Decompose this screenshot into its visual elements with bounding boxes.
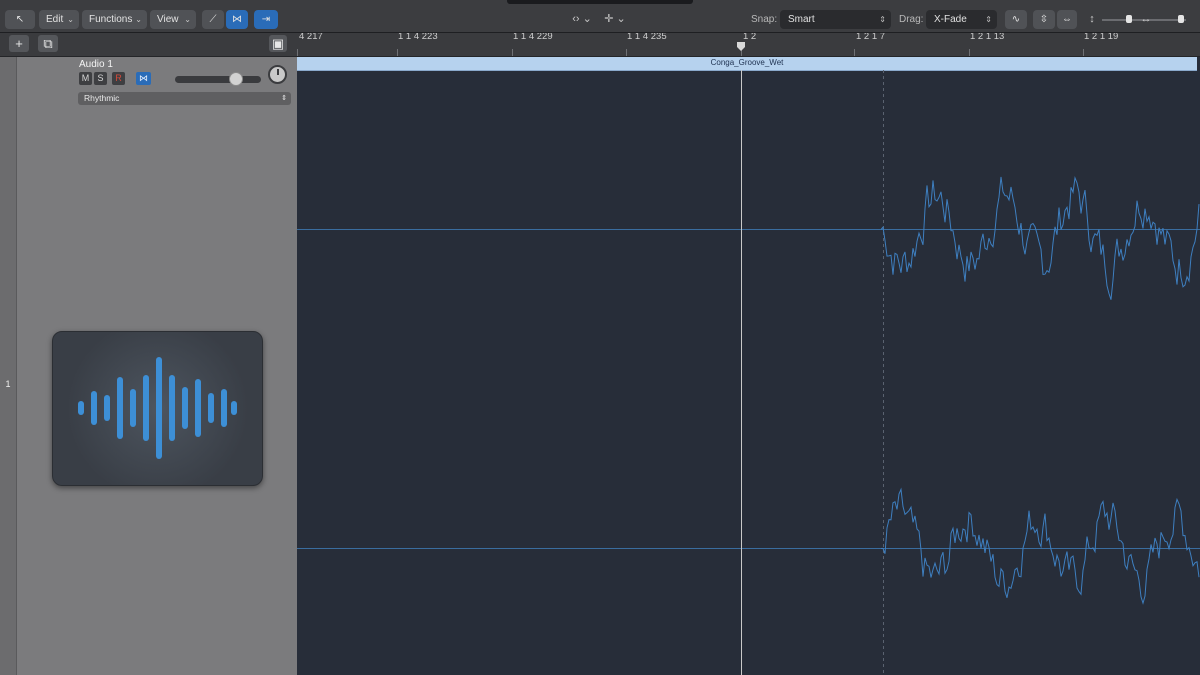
drag-label: Drag: (899, 14, 924, 25)
ruler-tick-label: 1 2 1 13 (970, 33, 1005, 42)
timeline-ruler[interactable]: 4 217 1 1 4 223 1 1 4 229 1 1 4 235 1 2 … (297, 33, 1200, 57)
chevron-down-icon: ⌄ (135, 15, 142, 24)
ruler-tick-label: 4 217 (299, 33, 323, 42)
flex-mode-select[interactable]: Rhythmic ⇕ (78, 92, 291, 105)
ruler-tick-label: 1 2 1 7 (856, 33, 886, 42)
catch-playhead-button[interactable]: ⇥ (254, 10, 278, 29)
track-header[interactable]: 1 Audio 1 M S R ⋈ Rhythmic ⇕ (0, 57, 297, 675)
channel-2-waveform (880, 487, 1200, 605)
snap-label: Snap: (751, 14, 778, 25)
ruler-tick-label: 1 1 4 235 (627, 33, 667, 42)
track-list-header: + ⧉ ▣ (0, 33, 297, 57)
global-tracks-button[interactable]: ▣ (269, 35, 287, 52)
edit-menu-label: Edit (46, 14, 64, 25)
drag-select[interactable]: X-Fade ⇕ (926, 10, 997, 29)
plus-icon: + (15, 36, 23, 51)
chevron-down-icon: ⌄ (184, 15, 191, 24)
add-track-button[interactable]: + (9, 35, 29, 52)
flex-icon: ⋈ (232, 14, 242, 25)
vertical-zoom-knob[interactable] (1126, 15, 1132, 23)
ruler-tick-label: 1 2 1 19 (1084, 33, 1119, 42)
track-number: 1 (5, 379, 11, 389)
track-flex-button[interactable]: ⋈ (136, 72, 151, 85)
functions-menu[interactable]: Functions ⌄ (82, 10, 147, 29)
horizontal-arrows-icon: ‹› ⌄ (572, 13, 592, 25)
updown-chevron-icon: ⇕ (879, 15, 886, 24)
solo-button[interactable]: S (94, 72, 107, 85)
flex-mode-value: Rhythmic (84, 93, 120, 103)
flex-icon: ⋈ (139, 73, 148, 83)
channel-1-waveform (880, 175, 1200, 300)
view-menu[interactable]: View ⌄ (150, 10, 196, 29)
catch-playhead-icon: ⇥ (261, 14, 271, 25)
track-name[interactable]: Audio 1 (79, 59, 113, 70)
track-icon[interactable] (52, 331, 263, 486)
automation-curve-icon: ⟋ (209, 14, 217, 25)
pan-knob[interactable] (268, 65, 287, 84)
record-enable-button[interactable]: R (112, 72, 125, 85)
horizontal-zoom-icon: ↔ (1140, 13, 1152, 25)
horizontal-fit-button[interactable]: ⇔ (1057, 10, 1077, 29)
edit-menu[interactable]: Edit ⌄ (39, 10, 79, 29)
pointer-tool-icon: ↖ (15, 14, 25, 25)
arrange-area[interactable]: Conga_Groove_Wet (297, 57, 1200, 675)
playhead-handle[interactable] (737, 42, 745, 51)
waveform-icon: ∿ (1011, 14, 1021, 25)
snap-value: Smart (788, 14, 815, 25)
volume-fader[interactable] (175, 76, 261, 83)
vertical-fit-button[interactable]: ⇳ (1033, 10, 1055, 29)
drag-value: X-Fade (934, 14, 967, 25)
vertical-fit-icon: ⇳ (1039, 14, 1049, 25)
chevron-down-icon: ⌄ (67, 15, 74, 24)
region-name: Conga_Groove_Wet (710, 58, 784, 67)
duplicate-track-button[interactable]: ⧉ (38, 35, 58, 52)
crosshair-icon: ✛ ⌄ (604, 13, 626, 25)
horizontal-fit-icon: ⇔ (1062, 14, 1072, 25)
flex-button[interactable]: ⋈ (226, 10, 248, 29)
track-number-column: 1 (0, 57, 17, 675)
window-title-notch (507, 0, 693, 4)
crosshair-tool-button[interactable]: ✛ ⌄ (600, 10, 630, 29)
view-menu-label: View (157, 14, 179, 25)
global-tracks-icon: ▣ (271, 36, 285, 51)
volume-fader-knob[interactable] (229, 72, 243, 86)
pointer-tool-button[interactable]: ↖ (5, 10, 35, 29)
updown-chevron-icon: ⇕ (281, 95, 287, 102)
ruler-tick-label: 1 1 4 229 (513, 33, 553, 42)
audio-region-waveform[interactable] (297, 70, 1200, 675)
ruler-tick-label: 1 1 4 223 (398, 33, 438, 42)
audio-waveform-icon (78, 357, 237, 459)
toolbar: ↖ Edit ⌄ Functions ⌄ View ⌄ ⟋ ⋈ ⇥ ‹› ⌄ ✛… (0, 0, 1200, 33)
waveform-zoom-button[interactable]: ∿ (1005, 10, 1027, 29)
duplicate-track-icon: ⧉ (43, 36, 53, 51)
mute-button[interactable]: M (79, 72, 92, 85)
snap-select[interactable]: Smart ⇕ (780, 10, 891, 29)
ruler-tick-label: 1 2 (743, 33, 757, 42)
horizontal-zoom-button[interactable]: ‹› ⌄ (568, 10, 596, 29)
vertical-zoom-icon: ↕ (1089, 13, 1095, 25)
horizontal-zoom-knob[interactable] (1178, 15, 1184, 23)
updown-chevron-icon: ⇕ (985, 15, 992, 24)
audio-region-header[interactable]: Conga_Groove_Wet (297, 57, 1197, 71)
automation-button[interactable]: ⟋ (202, 10, 224, 29)
functions-menu-label: Functions (89, 14, 133, 25)
